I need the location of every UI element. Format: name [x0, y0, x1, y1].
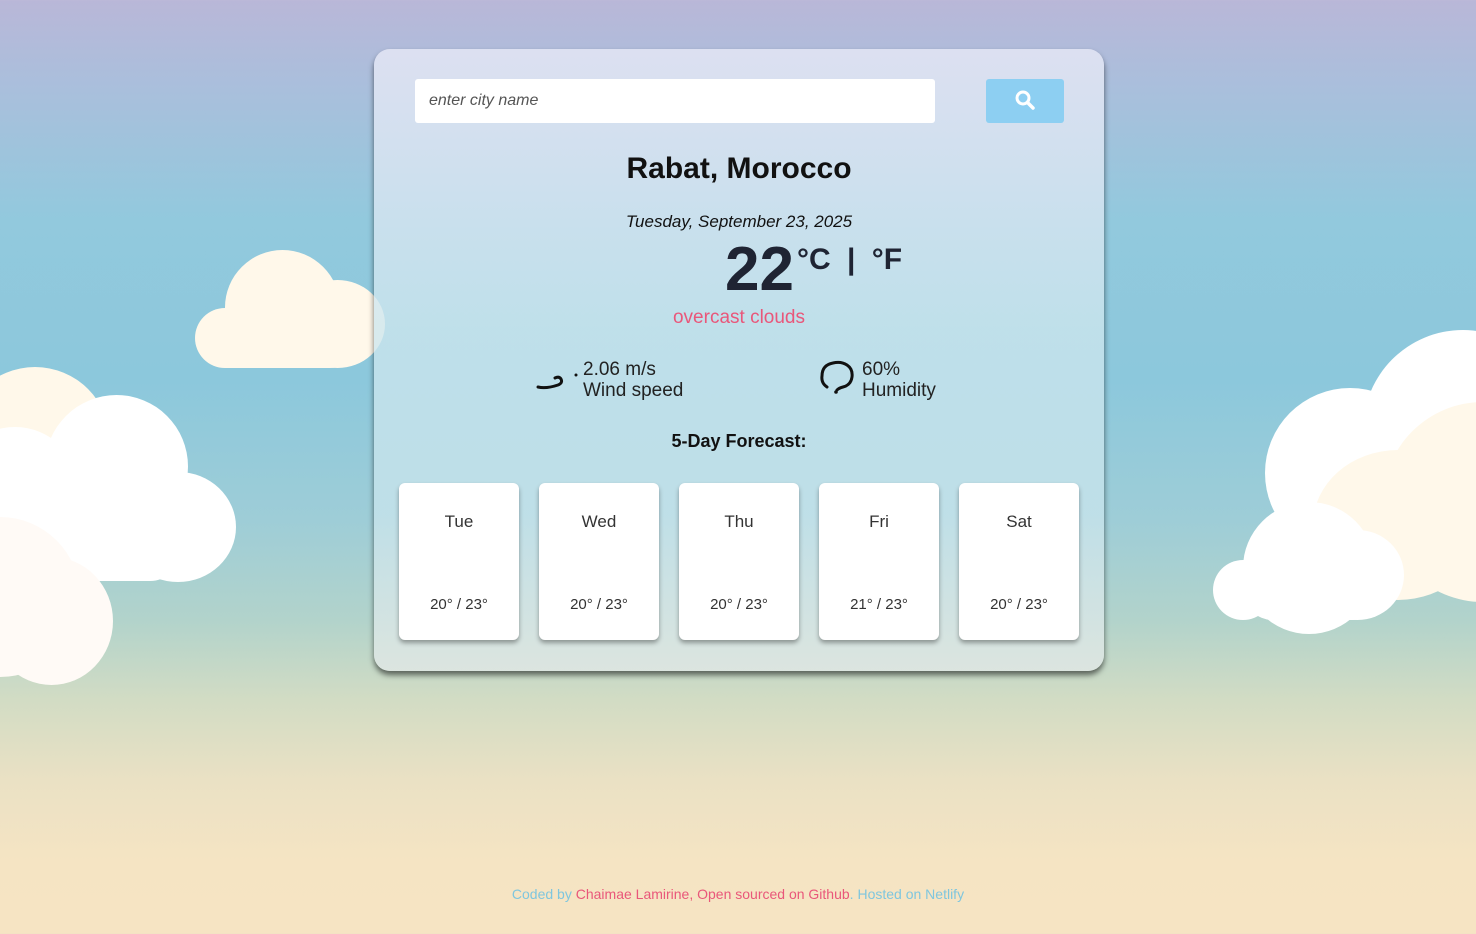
- forecast-day-card: Sat 20° / 23°: [959, 483, 1079, 640]
- forecast-day-name: Fri: [869, 512, 889, 531]
- forecast-title: 5-Day Forecast:: [671, 431, 807, 451]
- forecast-day-name: Tue: [444, 512, 474, 531]
- cloud-decoration-top-left: [195, 250, 385, 368]
- forecast-day-card: Fri 21° / 23°: [819, 483, 939, 640]
- footer: Coded by Chaimae Lamirine, Open sourced …: [0, 886, 1476, 902]
- forecast-day-name: Wed: [581, 512, 617, 531]
- forecast-temp-range: 20° / 23°: [990, 596, 1048, 613]
- humidity-label: Humidity: [862, 380, 936, 401]
- humidity-icon: [819, 359, 855, 400]
- search-icon: [1015, 90, 1035, 113]
- forecast-temp-range: 20° / 23°: [570, 596, 628, 613]
- humidity-value: 60%: [862, 359, 901, 380]
- current-date: Tuesday, September 23, 2025: [625, 212, 853, 231]
- forecast-temp-range: 20° / 23°: [710, 596, 768, 613]
- cloud-decoration-right: [1213, 330, 1476, 634]
- fahrenheit-toggle[interactable]: °F: [872, 243, 902, 277]
- forecast-day-card: Tue 20° / 23°: [399, 483, 519, 640]
- netlify-link[interactable]: Netlify: [925, 886, 964, 902]
- forecast-day-name: Sat: [1006, 512, 1032, 531]
- wind-speed-label: Wind speed: [583, 380, 684, 401]
- forecast-day-card: Wed 20° / 23°: [539, 483, 659, 640]
- temperature-units: °C | °F: [797, 243, 902, 277]
- forecast-day-card: Thu 20° / 23°: [679, 483, 799, 640]
- temperature-value: 22: [725, 235, 794, 304]
- weather-description: overcast clouds: [672, 307, 805, 328]
- wind-icon: [536, 363, 580, 398]
- footer-coded-by: Coded by: [511, 886, 576, 902]
- footer-separator: ,: [689, 886, 698, 902]
- celsius-toggle[interactable]: °C: [797, 243, 831, 277]
- humidity-stat: 60% Humidity: [819, 359, 949, 403]
- forecast-temp-range: 20° / 23°: [430, 596, 488, 613]
- forecast-temp-range: 21° / 23°: [850, 596, 908, 613]
- cloud-decoration-left: [0, 367, 236, 687]
- city-name: Rabat, Morocco: [626, 152, 852, 185]
- wind-stat: 2.06 m/s Wind speed: [536, 359, 696, 403]
- unit-separator: |: [847, 243, 856, 276]
- weather-card: Rabat, Morocco Tuesday, September 23, 20…: [374, 49, 1104, 671]
- forecast-day-name: Thu: [724, 512, 754, 531]
- search-button[interactable]: [986, 79, 1064, 123]
- footer-hosted: Hosted on: [857, 886, 926, 902]
- wind-speed-value: 2.06 m/s: [583, 359, 656, 380]
- author-link[interactable]: Chaimae Lamirine: [576, 886, 690, 902]
- github-link[interactable]: Open sourced on Github: [697, 886, 850, 902]
- search-input[interactable]: [415, 79, 935, 123]
